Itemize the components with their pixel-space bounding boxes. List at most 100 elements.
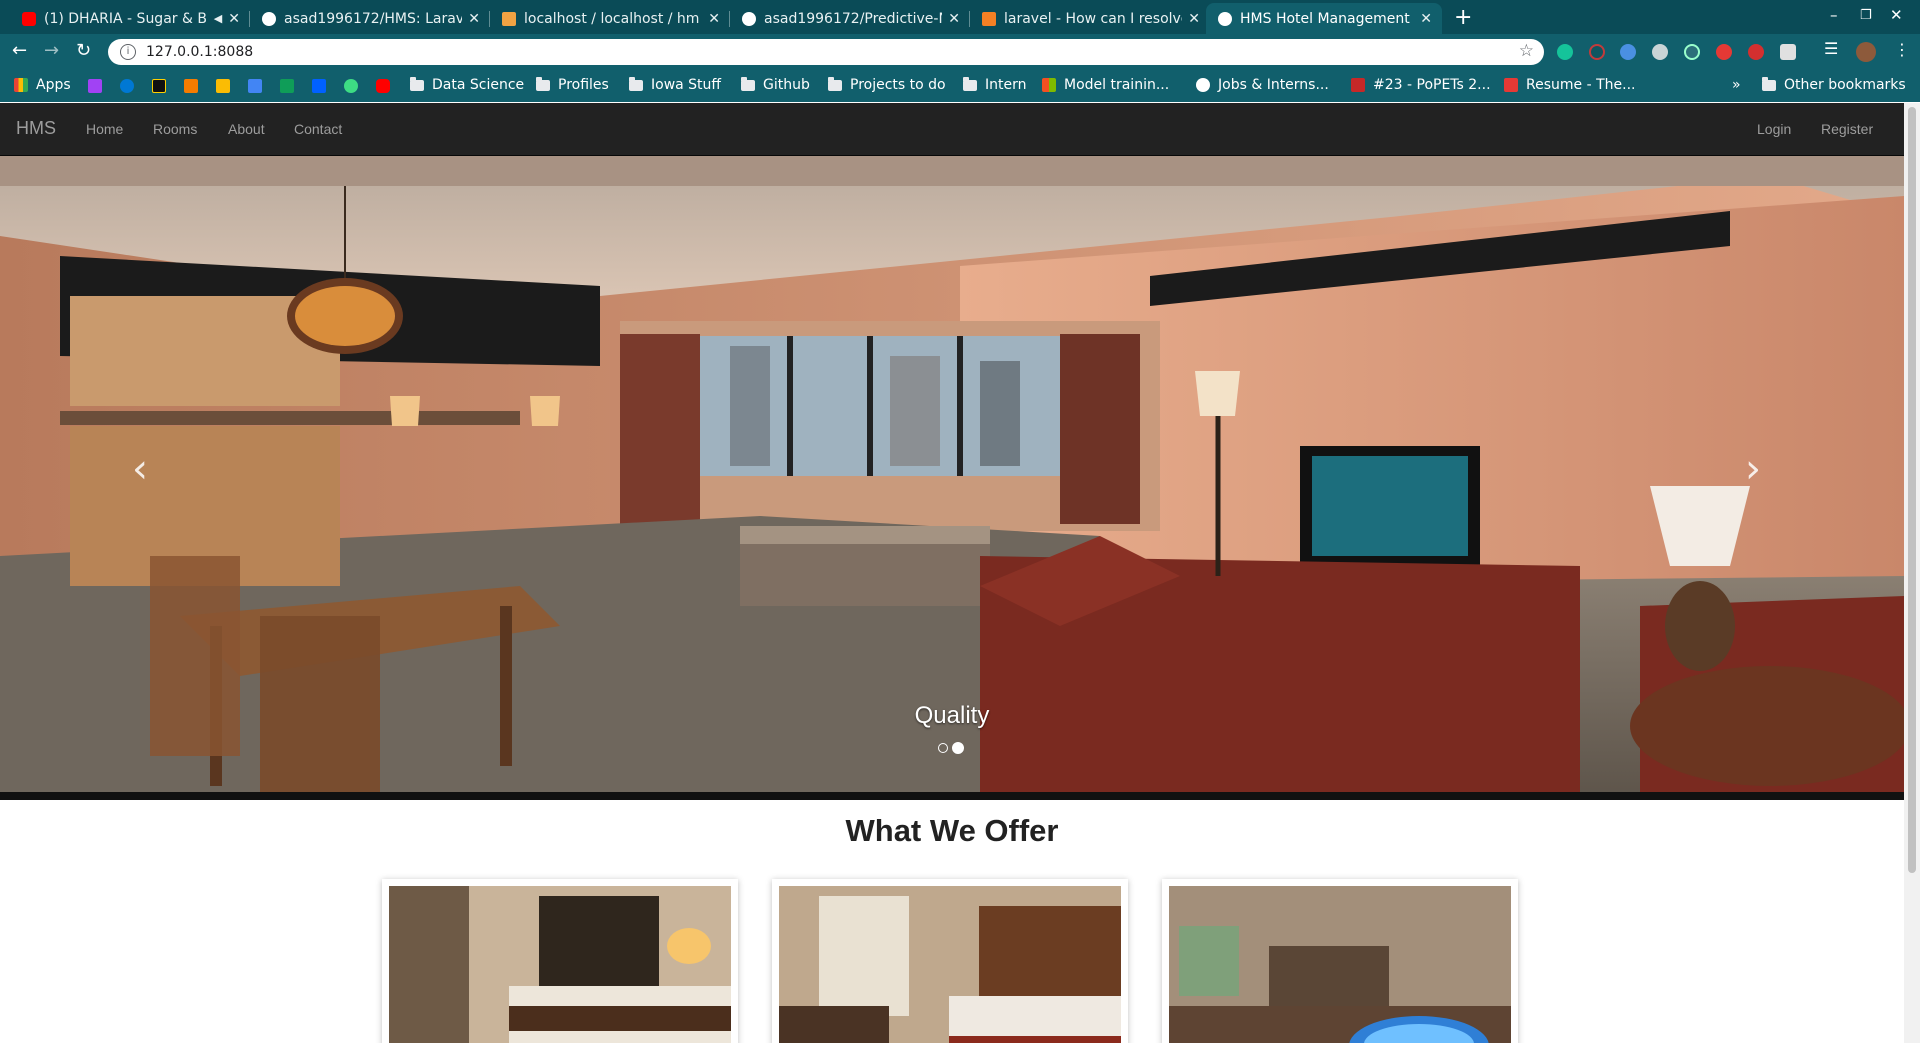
- github-icon: [742, 11, 756, 26]
- avatar[interactable]: [1856, 42, 1876, 62]
- nav-contact[interactable]: Contact: [294, 121, 342, 137]
- bookmark-star-icon[interactable]: ☆: [1519, 41, 1534, 61]
- dropbox-icon[interactable]: [312, 79, 326, 93]
- bookmark-icon[interactable]: [152, 79, 166, 93]
- bookmark-icon[interactable]: [88, 79, 102, 93]
- other-bookmarks-folder[interactable]: Other bookmarks: [1762, 76, 1906, 93]
- close-window-icon[interactable]: ✕: [1890, 6, 1903, 24]
- site-brand[interactable]: HMS: [16, 118, 56, 139]
- folder-icon: [963, 76, 977, 91]
- folder-icon: [536, 76, 550, 91]
- close-tab-icon[interactable]: ✕: [468, 11, 480, 27]
- close-tab-icon[interactable]: ✕: [708, 11, 720, 27]
- bookmark-link[interactable]: Jobs & Interns...: [1196, 77, 1329, 93]
- page-scrollbar[interactable]: [1904, 103, 1920, 1043]
- close-tab-icon[interactable]: ✕: [948, 11, 960, 27]
- google-sheets-icon[interactable]: [280, 79, 294, 93]
- apps-label: Apps: [36, 77, 71, 93]
- browser-tab[interactable]: asad1996172/HMS: Larav ✕: [250, 3, 490, 34]
- extension-icon[interactable]: [1652, 44, 1668, 60]
- minimize-icon[interactable]: –: [1830, 6, 1838, 24]
- apps-shortcut[interactable]: Apps: [14, 77, 71, 93]
- close-tab-icon[interactable]: ✕: [228, 11, 240, 27]
- google-slides-icon[interactable]: [216, 79, 230, 93]
- close-tab-icon[interactable]: ✕: [1420, 11, 1432, 27]
- nav-about[interactable]: About: [228, 121, 265, 137]
- bookmark-label: Data Science: [432, 77, 525, 93]
- bookmark-label: Jobs & Interns...: [1218, 77, 1329, 93]
- onedrive-icon[interactable]: [120, 79, 134, 93]
- bookmark-icon[interactable]: [344, 79, 358, 93]
- nav-rooms[interactable]: Rooms: [153, 121, 197, 137]
- bookmark-folder[interactable]: Intern: [963, 76, 1027, 93]
- address-text[interactable]: 127.0.0.1:8088: [146, 44, 253, 60]
- shield-icon[interactable]: [1620, 44, 1636, 60]
- youtube-icon[interactable]: [376, 79, 390, 93]
- bookmark-folder[interactable]: Data Science: [410, 76, 525, 93]
- forward-arrow-icon[interactable]: →: [44, 40, 59, 61]
- reload-icon[interactable]: ↻: [76, 40, 91, 61]
- bookmark-folder[interactable]: Iowa Stuff: [629, 76, 721, 93]
- extension-icon[interactable]: [1716, 44, 1732, 60]
- carousel-indicator[interactable]: [938, 743, 948, 753]
- bookmark-link[interactable]: #23 - PoPETs 2...: [1351, 77, 1491, 93]
- bookmark-icon: [1196, 78, 1210, 92]
- bookmark-label: Model trainin...: [1064, 77, 1170, 93]
- scrollbar-thumb[interactable]: [1908, 107, 1916, 873]
- folder-icon: [1762, 76, 1776, 91]
- address-bar[interactable]: i 127.0.0.1:8088 ☆: [108, 39, 1544, 65]
- resume-icon: [1504, 78, 1518, 92]
- bookmark-link[interactable]: Model trainin...: [1042, 77, 1169, 93]
- offer-card[interactable]: [772, 879, 1128, 1043]
- nav-register[interactable]: Register: [1821, 121, 1873, 137]
- bookmark-label: Profiles: [558, 77, 609, 93]
- folder-icon: [410, 76, 424, 91]
- browser-tab-active[interactable]: HMS Hotel Management S ✕: [1206, 3, 1442, 34]
- browser-tab[interactable]: asad1996172/Predictive-N ✕: [730, 3, 970, 34]
- offer-card[interactable]: [382, 879, 738, 1043]
- site-info-icon[interactable]: i: [120, 44, 136, 60]
- browser-toolbar: ← → ↻ i 127.0.0.1:8088 ☆ ☰ ⋮: [0, 34, 1920, 70]
- tab-title: laravel - How can I resolve: [1004, 10, 1183, 27]
- extension-icon[interactable]: [1684, 44, 1700, 60]
- page-viewport: HMS Home Rooms About Contact Login Regis…: [0, 103, 1904, 1043]
- overflow-chevron-icon: »: [1732, 77, 1741, 93]
- folder-icon: [828, 76, 842, 91]
- bookmark-label: Projects to do: [850, 77, 946, 93]
- offer-card[interactable]: [1162, 879, 1518, 1043]
- bookmark-label: #23 - PoPETs 2...: [1373, 77, 1491, 93]
- bookmark-icon: [1351, 78, 1365, 92]
- restore-icon[interactable]: ❐: [1860, 8, 1872, 23]
- globe-icon: [1218, 11, 1232, 26]
- nav-home[interactable]: Home: [86, 121, 123, 137]
- bookmark-folder[interactable]: Profiles: [536, 76, 609, 93]
- browser-tab[interactable]: laravel - How can I resolve ✕: [970, 3, 1210, 34]
- carousel-indicator-active[interactable]: [952, 742, 964, 754]
- extension-icon[interactable]: [1780, 44, 1796, 60]
- bookmark-link[interactable]: Resume - The...: [1504, 77, 1635, 93]
- bookmark-label: Github: [763, 77, 810, 93]
- browser-tab[interactable]: localhost / localhost / hm ✕: [490, 3, 730, 34]
- google-docs-icon[interactable]: [248, 79, 262, 93]
- back-arrow-icon[interactable]: ←: [12, 40, 27, 61]
- chevron-right-icon[interactable]: ›: [1745, 446, 1761, 492]
- new-tab-button[interactable]: +: [1454, 5, 1472, 30]
- bookmark-icon[interactable]: [184, 79, 198, 93]
- carousel-caption: Quality: [914, 702, 990, 729]
- extension-icon[interactable]: [1589, 44, 1605, 60]
- extension-icon[interactable]: [1748, 44, 1764, 60]
- browser-tab-strip: (1) DHARIA - Sugar & B ◀ ✕ asad1996172/H…: [0, 0, 1920, 34]
- tab-search-icon[interactable]: ☰: [1824, 39, 1838, 58]
- close-tab-icon[interactable]: ✕: [1188, 11, 1200, 27]
- browser-tab[interactable]: (1) DHARIA - Sugar & B ◀ ✕: [10, 3, 250, 34]
- youtube-icon: [22, 11, 36, 26]
- menu-icon[interactable]: ⋮: [1894, 40, 1910, 59]
- bookmarks-overflow-button[interactable]: »: [1732, 77, 1741, 93]
- room-photo: [779, 886, 1121, 1043]
- nav-login[interactable]: Login: [1757, 121, 1791, 137]
- grammarly-icon[interactable]: [1557, 44, 1573, 60]
- speaker-icon[interactable]: ◀: [214, 12, 222, 25]
- chevron-left-icon[interactable]: ‹: [132, 446, 148, 492]
- bookmark-folder[interactable]: Github: [741, 76, 810, 93]
- bookmark-folder[interactable]: Projects to do: [828, 76, 946, 93]
